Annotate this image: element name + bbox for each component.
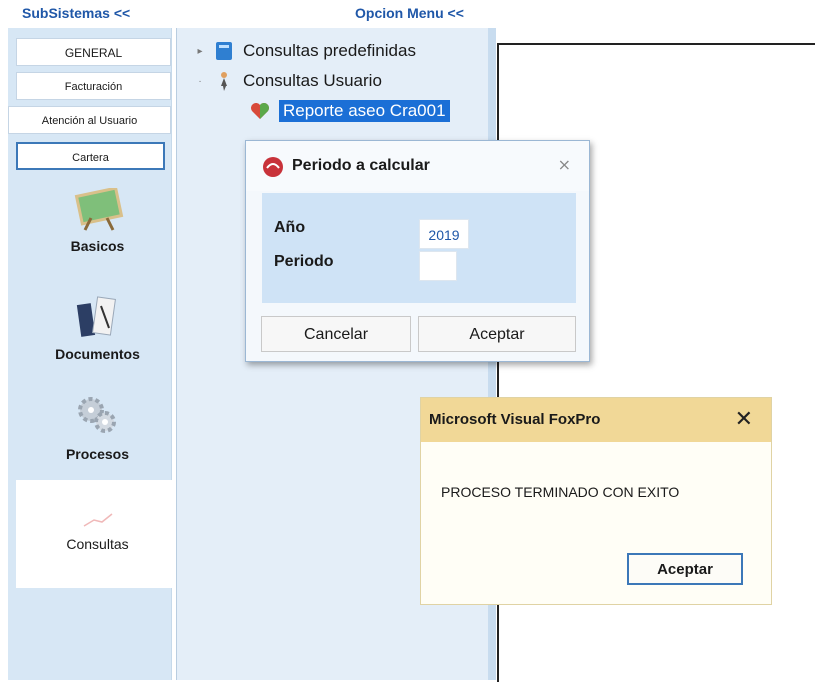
app-icon bbox=[263, 157, 283, 177]
tool-documentos[interactable]: Documentos bbox=[16, 292, 179, 362]
tool-procesos-label: Procesos bbox=[65, 446, 130, 462]
message-box: Microsoft Visual FoxPro ✕ PROCESO TERMIN… bbox=[420, 397, 772, 605]
tree-item-predefinidas[interactable]: ▸ Consultas predefinidas bbox=[195, 40, 416, 62]
heart-icon bbox=[251, 103, 269, 119]
collapse-icon[interactable]: · bbox=[195, 76, 205, 87]
document-icon bbox=[76, 296, 116, 337]
whiteboard-icon bbox=[74, 188, 123, 231]
tree-item-predefinidas-label: Consultas predefinidas bbox=[243, 41, 416, 60]
periodo-label: Periodo bbox=[274, 253, 334, 270]
close-icon[interactable]: ✕ bbox=[735, 406, 753, 432]
expand-icon[interactable]: ▸ bbox=[195, 46, 205, 57]
book-icon bbox=[216, 42, 232, 60]
subsystem-tab-facturacion[interactable]: Facturación bbox=[16, 72, 171, 100]
subsystem-tab-cartera[interactable]: Cartera bbox=[16, 142, 165, 170]
tool-consultas[interactable]: Consultas bbox=[16, 480, 179, 588]
subsystem-tab-general[interactable]: GENERAL bbox=[16, 38, 171, 66]
tree-item-usuario[interactable]: · Consultas Usuario bbox=[195, 70, 382, 92]
tree-item-reporte-label: Reporte aseo Cra001 bbox=[279, 100, 450, 122]
tree-item-usuario-label: Consultas Usuario bbox=[243, 71, 382, 90]
gears-icon bbox=[77, 397, 116, 433]
accept-button[interactable]: Aceptar bbox=[418, 316, 576, 352]
message-box-titlebar[interactable]: Microsoft Visual FoxPro ✕ bbox=[421, 398, 771, 442]
user-icon bbox=[221, 72, 227, 91]
cancel-button[interactable]: Cancelar bbox=[261, 316, 411, 352]
periodo-dialog: Periodo a calcular ⨯ Año Periodo 2019 Ca… bbox=[245, 140, 590, 362]
periodo-titlebar[interactable]: Periodo a calcular ⨯ bbox=[246, 141, 589, 191]
subsystem-tab-atencion[interactable]: Atención al Usuario bbox=[8, 106, 171, 134]
anio-label: Año bbox=[274, 219, 306, 236]
tool-procesos[interactable]: Procesos bbox=[16, 392, 179, 462]
periodo-title: Periodo a calcular bbox=[292, 157, 430, 174]
tool-basicos-label: Basicos bbox=[70, 238, 125, 254]
tree-item-reporte[interactable]: Reporte aseo Cra001 bbox=[249, 100, 450, 122]
close-icon[interactable]: ⨯ bbox=[558, 155, 571, 175]
tool-consultas-label: Consultas bbox=[66, 536, 129, 552]
periodo-field[interactable] bbox=[419, 251, 457, 281]
chart-icon bbox=[83, 513, 112, 527]
subsystems-panel: GENERAL Facturación Atención al Usuario … bbox=[8, 28, 179, 680]
periodo-form: Año Periodo 2019 bbox=[262, 193, 576, 303]
subsystems-header[interactable]: SubSistemas << bbox=[22, 5, 172, 25]
message-text: PROCESO TERMINADO CON EXITO bbox=[441, 484, 680, 500]
tool-basicos[interactable]: Basicos bbox=[16, 188, 179, 254]
tool-documentos-label: Documentos bbox=[55, 346, 140, 362]
ok-button[interactable]: Aceptar bbox=[627, 553, 743, 585]
option-menu-header[interactable]: Opcion Menu << bbox=[355, 5, 505, 25]
message-box-title: Microsoft Visual FoxPro bbox=[429, 411, 601, 428]
anio-field[interactable]: 2019 bbox=[419, 219, 469, 249]
